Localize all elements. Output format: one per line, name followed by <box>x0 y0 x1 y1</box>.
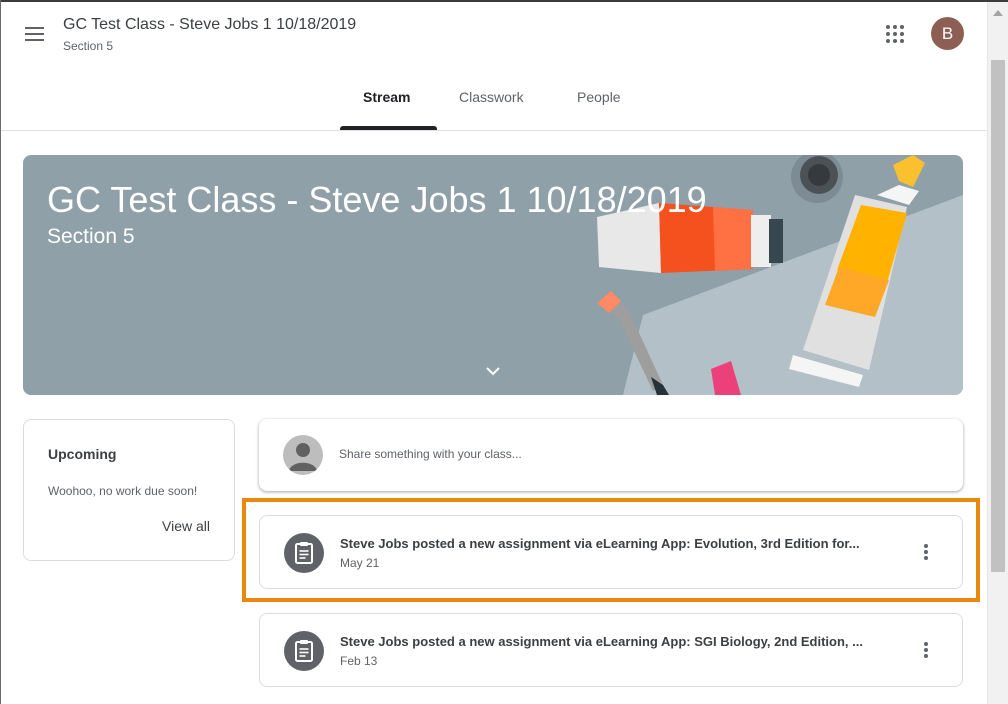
view-all-link[interactable]: View all <box>162 518 210 534</box>
app-header: GC Test Class - Steve Jobs 1 10/18/2019 … <box>1 2 987 131</box>
post-date: Feb 13 <box>340 654 378 668</box>
tab-classwork[interactable]: Classwork <box>459 89 524 105</box>
header-section: Section 5 <box>63 39 114 53</box>
more-options-icon[interactable] <box>912 538 940 566</box>
account-avatar[interactable]: B <box>931 17 964 50</box>
post-text: Steve Jobs posted a new assignment via e… <box>340 536 860 551</box>
chevron-down-icon[interactable] <box>483 361 503 381</box>
header-class-title[interactable]: GC Test Class - Steve Jobs 1 10/18/2019 <box>63 16 356 34</box>
main-menu-button[interactable] <box>21 20 49 48</box>
user-avatar-icon <box>283 435 323 475</box>
post-date: May 21 <box>340 556 380 570</box>
tab-stream[interactable]: Stream <box>363 89 410 105</box>
share-post-box[interactable]: Share something with your class... <box>259 419 963 491</box>
banner-title: GC Test Class - Steve Jobs 1 10/18/2019 <box>47 179 707 220</box>
assignment-icon <box>284 631 324 671</box>
post-text: Steve Jobs posted a new assignment via e… <box>340 634 863 649</box>
assignment-icon <box>284 533 324 573</box>
stream-post[interactable]: Steve Jobs posted a new assignment via e… <box>259 515 963 589</box>
active-tab-indicator <box>340 126 437 130</box>
upcoming-title: Upcoming <box>48 446 117 462</box>
banner-subtitle: Section 5 <box>47 225 135 248</box>
upcoming-message: Woohoo, no work due soon! <box>48 484 198 498</box>
upcoming-card: Upcoming Woohoo, no work due soon! View … <box>23 419 235 561</box>
class-banner: GC Test Class - Steve Jobs 1 10/18/2019 … <box>23 155 963 395</box>
share-placeholder: Share something with your class... <box>339 447 522 461</box>
scrollbar-thumb[interactable] <box>991 60 1005 572</box>
google-apps-icon[interactable] <box>885 24 907 46</box>
tab-people[interactable]: People <box>577 89 621 105</box>
more-options-icon[interactable] <box>912 636 940 664</box>
scroll-up-icon[interactable] <box>993 10 1003 16</box>
vertical-scrollbar[interactable] <box>987 2 1008 704</box>
stream-post[interactable]: Steve Jobs posted a new assignment via e… <box>259 613 963 687</box>
